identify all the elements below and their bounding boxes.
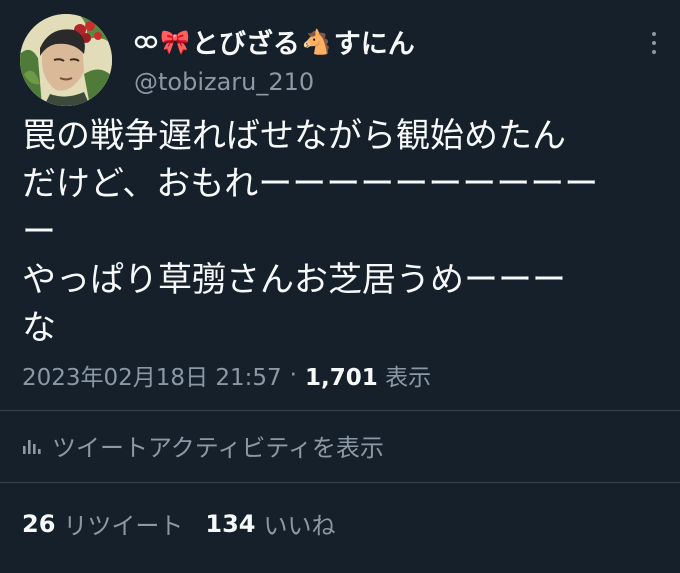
likes-stat[interactable]: 134 いいね: [205, 506, 335, 541]
infinity-link-icon: [134, 30, 158, 54]
ribbon-emoji-icon: 🎀: [160, 27, 190, 56]
tweet-activity-label: ツイートアクティビティを表示: [52, 434, 384, 462]
more-options-icon[interactable]: [644, 26, 664, 60]
avatar-illustration: [20, 14, 112, 106]
views-label: 表示: [385, 365, 432, 391]
tweet-text-line: ー: [22, 212, 56, 252]
meta-separator: ·: [289, 362, 297, 388]
retweets-label: リツイート: [63, 512, 184, 540]
tweet-text-line: やっぱり草彅さんお芝居うめーーー: [22, 260, 566, 300]
tweet-text-line: な: [22, 308, 56, 348]
tweet-text: 罠の戦争遅ればせながら観始めたん だけど、おもれーーーーーーーーーー ー やっぱ…: [22, 112, 662, 352]
divider: [0, 410, 680, 411]
likes-label: いいね: [263, 512, 336, 540]
tweet-activity-link[interactable]: ツイートアクティビティを表示: [22, 428, 384, 463]
tweet-stats: 26 リツイート 134 いいね: [22, 506, 336, 541]
display-name[interactable]: 🎀 とびざる 🐴 すにん: [134, 22, 415, 61]
tweet-meta: 2023年02月18日 21:57 · 1,701 表示: [22, 358, 431, 392]
tweet-detail: 🎀 とびざる 🐴 すにん @tobizaru_210 罠の戦争遅ればせながら観始…: [0, 0, 680, 573]
divider: [0, 482, 680, 483]
retweets-count: 26: [22, 509, 56, 538]
retweets-stat[interactable]: 26 リツイート: [22, 506, 183, 541]
display-name-text: とびざる: [191, 29, 300, 60]
likes-count: 134: [205, 509, 256, 538]
tweet-text-line: だけど、おもれーーーーーーーーーー: [22, 164, 599, 204]
tweet-text-line: 罠の戦争遅ればせながら観始めたん: [22, 116, 566, 156]
horse-emoji-icon: 🐴: [301, 27, 332, 56]
bar-chart-icon: [23, 439, 41, 454]
avatar[interactable]: [20, 14, 112, 106]
timestamp[interactable]: 2023年02月18日 21:57: [22, 358, 282, 392]
display-name-suffix: すにん: [333, 29, 415, 60]
user-handle[interactable]: @tobizaru_210: [134, 68, 314, 96]
views-count: 1,701: [304, 365, 378, 391]
